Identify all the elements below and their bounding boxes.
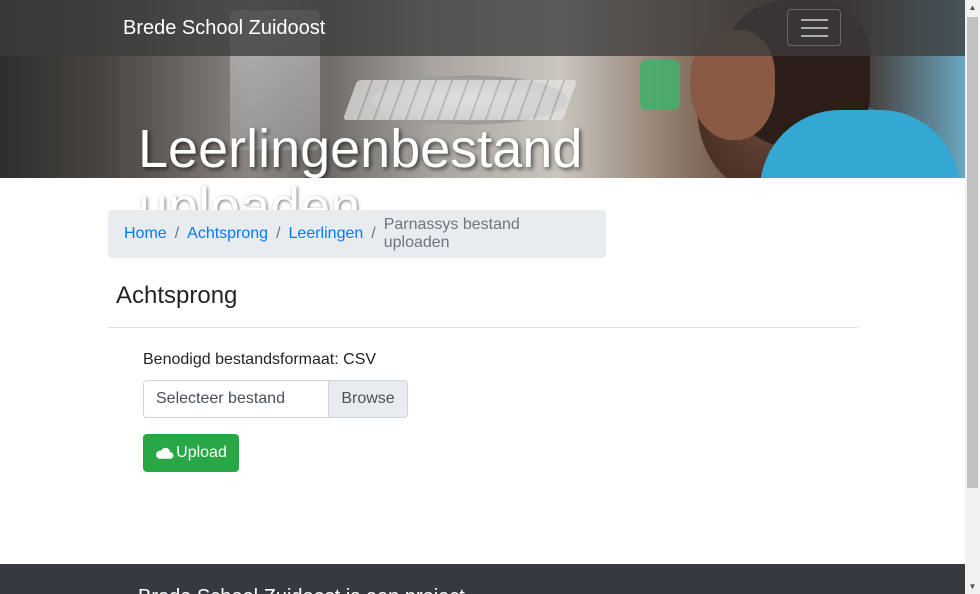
format-label: Benodigd bestandsformaat: CSV: [143, 351, 377, 368]
scrollbar[interactable]: ▲ ▼: [965, 0, 980, 594]
footer: Brede School Zuidoost is een project: [0, 564, 965, 594]
breadcrumb-separator: /: [371, 225, 376, 242]
breadcrumb-separator: /: [276, 225, 281, 242]
hamburger-icon-line: [800, 18, 828, 21]
scrollbar-thumb[interactable]: [967, 17, 978, 488]
browse-button[interactable]: Browse: [328, 381, 407, 417]
breadcrumb-home-link[interactable]: Home: [124, 225, 167, 243]
breadcrumb: Home / Achtsprong / Leerlingen / Parnass…: [108, 210, 606, 258]
scroll-down-arrow-icon[interactable]: ▼: [965, 579, 980, 594]
hero-green-object: [640, 60, 680, 110]
file-input-group[interactable]: Selecteer bestand Browse: [143, 380, 408, 418]
scroll-up-arrow-icon[interactable]: ▲: [965, 0, 980, 15]
cloud-upload-icon: [156, 447, 174, 459]
upload-button[interactable]: Upload: [143, 434, 239, 472]
navbar-toggle-button[interactable]: [787, 9, 841, 46]
breadcrumb-current: Parnassys bestand uploaden: [383, 216, 520, 251]
hamburger-icon-line: [800, 34, 828, 37]
navbar: Brede School Zuidoost: [0, 0, 965, 56]
hero-keyboard: [342, 80, 578, 120]
breadcrumb-leerlingen-link[interactable]: Leerlingen: [289, 225, 364, 243]
footer-text: Brede School Zuidoost is een project: [138, 586, 465, 594]
navbar-brand[interactable]: Brede School Zuidoost: [123, 17, 325, 40]
divider: [108, 327, 858, 328]
breadcrumb-separator: /: [174, 225, 180, 242]
hero-title-continued: uploaden: [138, 180, 361, 210]
breadcrumb-achtsprong-link[interactable]: Achtsprong: [187, 225, 268, 243]
upload-label: Upload: [176, 444, 227, 461]
file-input[interactable]: Selecteer bestand: [144, 381, 328, 417]
hamburger-icon-line: [800, 26, 828, 29]
hero-title: Leerlingenbestand uploaden: [138, 119, 583, 178]
section-title: Achtsprong: [116, 282, 238, 309]
hero-title-overflow: uploaden: [138, 180, 618, 210]
